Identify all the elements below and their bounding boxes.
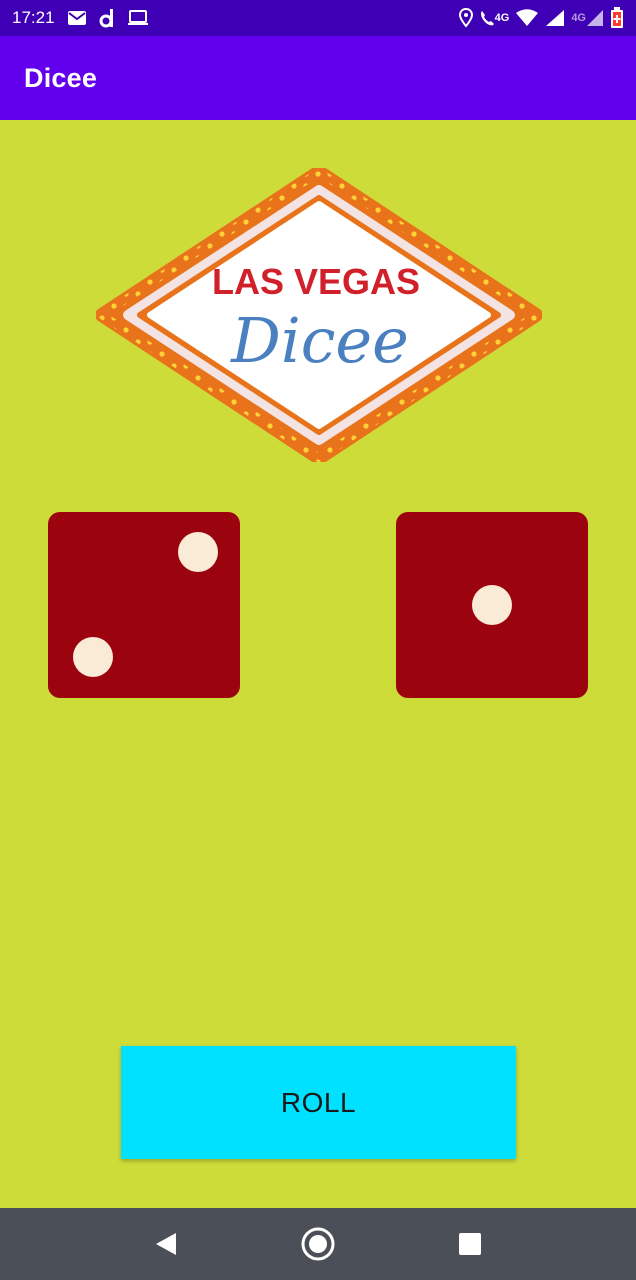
battery-low-icon [610, 7, 624, 29]
d-app-icon [99, 7, 115, 29]
logo-line-2: Dicee [230, 304, 409, 377]
dice-left [48, 512, 240, 698]
laptop-icon [127, 7, 149, 29]
dice-left-pip-bottom-left [73, 637, 113, 677]
las-vegas-dicee-logo: LAS VEGAS Dicee [96, 168, 542, 462]
recents-icon [459, 1233, 481, 1255]
logo-sign-icon: LAS VEGAS Dicee [96, 168, 542, 462]
back-icon [156, 1233, 176, 1255]
back-button[interactable] [136, 1214, 196, 1274]
nav-bar [0, 1208, 636, 1280]
mail-icon [67, 7, 87, 29]
dice-right [396, 512, 588, 698]
signal-icon [545, 7, 565, 29]
wifi-icon [515, 7, 539, 29]
roll-button[interactable]: ROLL [121, 1046, 516, 1159]
app-bar: Dicee [0, 36, 636, 120]
location-icon [458, 7, 473, 29]
status-bar: 17:21 4G 4G [0, 0, 636, 36]
home-button[interactable] [288, 1214, 348, 1274]
roll-button-label: ROLL [280, 1086, 357, 1118]
wifi-calling-icon: 4G [479, 7, 510, 29]
signal-2-icon: 4G [571, 7, 604, 29]
recents-button[interactable] [440, 1214, 500, 1274]
app-title: Dicee [24, 62, 98, 93]
logo-line-1: LAS VEGAS [212, 261, 420, 302]
home-icon [301, 1227, 335, 1261]
network-label-2: 4G [571, 12, 586, 24]
network-label-1: 4G [494, 12, 510, 24]
status-time: 17:21 [12, 8, 55, 27]
dice-right-pip-center [472, 585, 512, 625]
dice-left-pip-top-right [178, 532, 218, 572]
status-left: 17:21 [12, 7, 149, 29]
status-right: 4G 4G [458, 7, 624, 29]
